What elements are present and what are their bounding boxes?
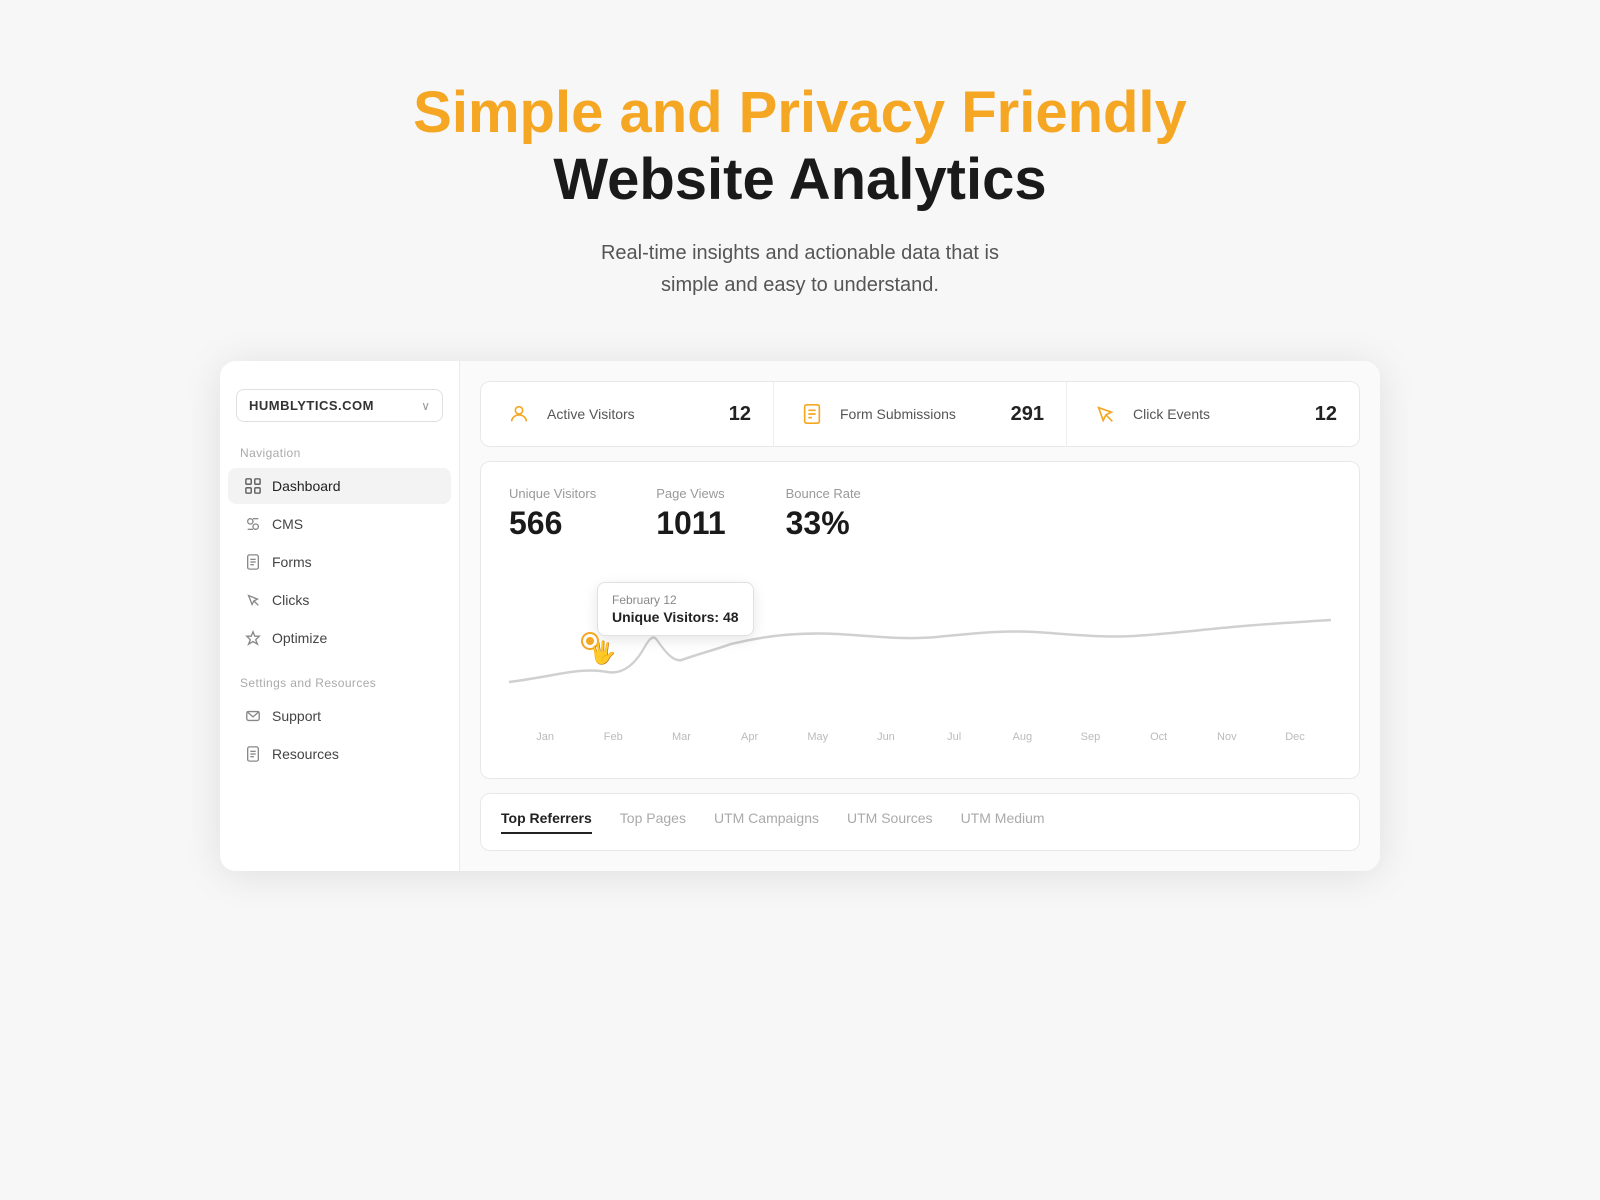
x-label-dec: Dec — [1261, 731, 1329, 743]
x-label-sep: Sep — [1056, 731, 1124, 743]
hero-section: Simple and Privacy Friendly Website Anal… — [0, 0, 1600, 361]
active-visitors-value: 12 — [729, 403, 751, 426]
sidebar-item-support[interactable]: Support — [228, 698, 451, 734]
sidebar: HUMBLYTICS.COM ∨ Navigation Dashboard CM… — [220, 361, 460, 871]
x-label-jun: Jun — [852, 731, 920, 743]
tab-top-referrers[interactable]: Top Referrers — [501, 810, 592, 834]
sidebar-item-optimize-label: Optimize — [272, 630, 327, 646]
analytics-panel: Unique Visitors 566 Page Views 1011 Boun… — [480, 461, 1360, 779]
optimize-icon — [244, 629, 262, 647]
unique-visitors-label: Unique Visitors — [509, 486, 596, 501]
x-label-jul: Jul — [920, 731, 988, 743]
stat-click-events: Click Events 12 — [1067, 382, 1359, 446]
sidebar-item-cms-label: CMS — [272, 516, 303, 532]
sidebar-item-forms[interactable]: Forms — [228, 544, 451, 580]
x-label-jan: Jan — [511, 731, 579, 743]
sidebar-item-resources[interactable]: Resources — [228, 736, 451, 772]
analytics-metrics: Unique Visitors 566 Page Views 1011 Boun… — [509, 486, 1331, 542]
bounce-rate-label: Bounce Rate — [786, 486, 861, 501]
bounce-rate-value: 33% — [786, 505, 861, 542]
dashboard-container: HUMBLYTICS.COM ∨ Navigation Dashboard CM… — [220, 361, 1380, 871]
site-selector[interactable]: HUMBLYTICS.COM ∨ — [236, 389, 443, 422]
bottom-tabs: Top Referrers Top Pages UTM Campaigns UT… — [501, 810, 1339, 834]
tab-top-pages[interactable]: Top Pages — [620, 810, 686, 834]
form-submissions-value: 291 — [1011, 403, 1044, 426]
page-views-value: 1011 — [656, 505, 725, 542]
chart-x-axis: Jan Feb Mar Apr May Jun Jul Aug Sep Oct … — [509, 731, 1331, 743]
sidebar-item-dashboard[interactable]: Dashboard — [228, 468, 451, 504]
x-label-aug: Aug — [988, 731, 1056, 743]
x-label-may: May — [784, 731, 852, 743]
sidebar-item-forms-label: Forms — [272, 554, 312, 570]
chevron-down-icon: ∨ — [421, 399, 430, 413]
tab-utm-medium[interactable]: UTM Medium — [961, 810, 1045, 834]
stat-form-submissions: Form Submissions 291 — [774, 382, 1067, 446]
settings-section-label: Settings and Resources — [220, 676, 459, 690]
x-label-nov: Nov — [1193, 731, 1261, 743]
nav-section-label: Navigation — [220, 446, 459, 460]
unique-visitors-value: 566 — [509, 505, 596, 542]
sidebar-item-optimize[interactable]: Optimize — [228, 620, 451, 656]
line-chart — [509, 562, 1331, 722]
page-views-label: Page Views — [656, 486, 725, 501]
sidebar-item-cms[interactable]: CMS — [228, 506, 451, 542]
sidebar-item-dashboard-label: Dashboard — [272, 478, 341, 494]
hero-title-dark: Website Analytics — [20, 147, 1580, 214]
forms-icon — [244, 553, 262, 571]
bottom-tabs-panel: Top Referrers Top Pages UTM Campaigns UT… — [480, 793, 1360, 851]
hero-subtitle: Real-time insights and actionable data t… — [20, 237, 1580, 301]
clicks-icon — [244, 591, 262, 609]
site-name: HUMBLYTICS.COM — [249, 398, 374, 413]
cursor-pointer-icon: 🖐 — [589, 640, 616, 666]
support-icon — [244, 707, 262, 725]
sidebar-item-support-label: Support — [272, 708, 321, 724]
active-visitors-icon — [503, 398, 535, 430]
tab-utm-campaigns[interactable]: UTM Campaigns — [714, 810, 819, 834]
tab-utm-sources[interactable]: UTM Sources — [847, 810, 933, 834]
stat-active-visitors: Active Visitors 12 — [481, 382, 774, 446]
dashboard-icon — [244, 477, 262, 495]
x-label-mar: Mar — [647, 731, 715, 743]
form-submissions-label: Form Submissions — [840, 406, 999, 422]
metric-unique-visitors: Unique Visitors 566 — [509, 486, 596, 542]
sidebar-item-clicks-label: Clicks — [272, 592, 309, 608]
cms-icon — [244, 515, 262, 533]
stats-bar: Active Visitors 12 Form Submissions 291 — [480, 381, 1360, 447]
active-visitors-label: Active Visitors — [547, 406, 717, 422]
form-submissions-icon — [796, 398, 828, 430]
click-events-label: Click Events — [1133, 406, 1303, 422]
x-label-feb: Feb — [579, 731, 647, 743]
x-label-oct: Oct — [1125, 731, 1193, 743]
metric-page-views: Page Views 1011 — [656, 486, 725, 542]
x-label-apr: Apr — [716, 731, 784, 743]
click-events-icon — [1089, 398, 1121, 430]
sidebar-item-resources-label: Resources — [272, 746, 339, 762]
resources-icon — [244, 745, 262, 763]
sidebar-settings-section: Settings and Resources Support Resources — [220, 676, 459, 772]
sidebar-item-clicks[interactable]: Clicks — [228, 582, 451, 618]
metric-bounce-rate: Bounce Rate 33% — [786, 486, 861, 542]
main-content: Active Visitors 12 Form Submissions 291 — [460, 361, 1380, 871]
hero-title-orange: Simple and Privacy Friendly — [20, 80, 1580, 147]
click-events-value: 12 — [1315, 403, 1337, 426]
chart-area[interactable]: February 12 Unique Visitors: 48 🖐 Jan Fe… — [509, 562, 1331, 762]
